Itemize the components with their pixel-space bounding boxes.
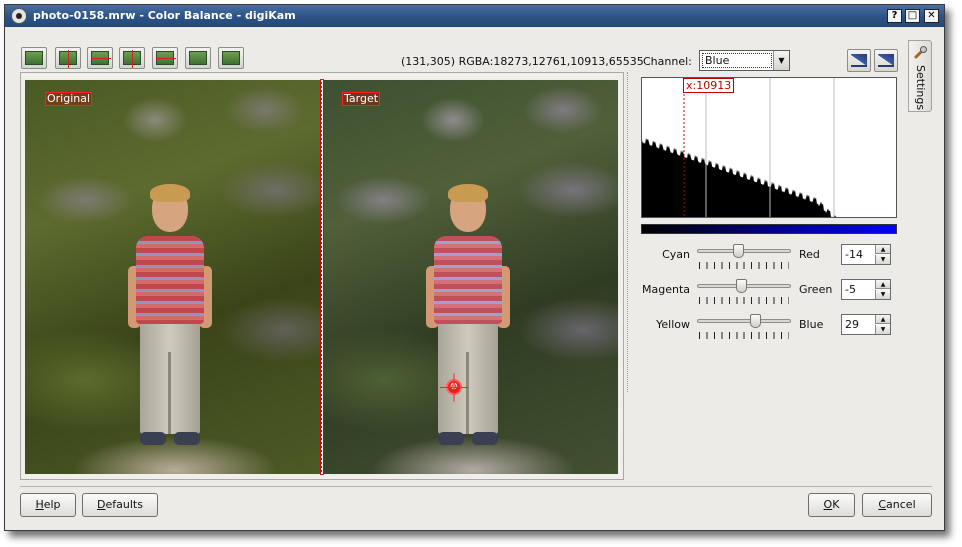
title-bar[interactable]: photo-0158.mrw - Color Balance - digiKam… (5, 5, 944, 27)
channel-label: Channel: (643, 55, 692, 68)
slider-handle[interactable] (750, 314, 761, 328)
compare-pointer-icon (222, 51, 240, 65)
logarithmic-scale-icon (878, 54, 894, 67)
channel-gradient-bar (641, 224, 897, 234)
logarithmic-scale-button[interactable] (874, 49, 898, 72)
original-image-button[interactable] (21, 47, 47, 69)
button-divider (20, 486, 932, 487)
image-preview[interactable]: Original Target ⊗ (20, 72, 624, 480)
green-label: Green (799, 283, 833, 296)
color-picker-marker[interactable]: ⊗ (440, 379, 468, 395)
child-figure (128, 184, 212, 450)
compare-pointer-button[interactable] (218, 47, 244, 69)
spin-up-icon[interactable]: ▲ (875, 280, 890, 289)
duplicate-horizontal-button[interactable] (152, 47, 178, 69)
yellow-blue-spinbox[interactable]: 29 ▲ ▼ (841, 314, 891, 335)
spin-down-icon[interactable]: ▼ (875, 325, 890, 334)
linear-scale-button[interactable] (847, 49, 871, 72)
channel-select-value: Blue (702, 53, 772, 68)
spin-up-icon[interactable]: ▲ (875, 245, 890, 254)
cyan-label: Cyan (662, 248, 690, 261)
red-label: Red (799, 248, 820, 261)
slider-handle[interactable] (736, 279, 747, 293)
split-vertical-button[interactable] (55, 47, 81, 69)
yellow-blue-slider[interactable] (697, 314, 791, 342)
app-icon[interactable] (11, 8, 27, 24)
help-button[interactable]: Help (20, 493, 76, 517)
spinbox-value[interactable]: -5 (845, 283, 856, 296)
panel-splitter[interactable] (627, 72, 628, 392)
spinbox-value[interactable]: -14 (845, 248, 863, 261)
duplicate-vertical-button[interactable] (119, 47, 145, 69)
settings-side-tab[interactable]: Settings (908, 40, 932, 112)
defaults-button[interactable]: Defaults (82, 493, 158, 517)
cyan-red-slider[interactable] (697, 244, 791, 272)
spin-down-icon[interactable]: ▼ (875, 290, 890, 299)
spin-down-icon[interactable]: ▼ (875, 255, 890, 264)
target-image-button[interactable] (185, 47, 211, 69)
pixel-info-readout: (131,305) RGBA:18273,12761,10913,65535 (401, 55, 644, 68)
original-image-icon (25, 51, 43, 65)
spin-up-icon[interactable]: ▲ (875, 315, 890, 324)
slider-handle[interactable] (733, 244, 744, 258)
split-line (68, 50, 69, 68)
help-titlebar-button[interactable]: ? (887, 9, 902, 23)
channel-select[interactable]: Blue ▼ (699, 50, 790, 71)
split-separator[interactable] (321, 80, 323, 474)
original-photo[interactable] (25, 80, 322, 474)
maximize-button[interactable]: □ (905, 9, 920, 23)
magenta-green-spinbox[interactable]: -5 ▲ ▼ (841, 279, 891, 300)
histogram[interactable] (641, 77, 897, 218)
magenta-green-slider[interactable] (697, 279, 791, 307)
close-button[interactable]: ✕ (924, 9, 939, 23)
cancel-button[interactable]: Cancel (862, 493, 932, 517)
original-label: Original (45, 92, 93, 106)
split-line (132, 50, 133, 68)
blue-label: Blue (799, 318, 824, 331)
target-image-icon (189, 51, 207, 65)
settings-tab-label: Settings (914, 65, 927, 111)
histogram-cursor-label: x:10913 (683, 78, 735, 93)
target-label: Target (342, 92, 381, 106)
split-line (91, 58, 111, 59)
histogram-graph (642, 78, 854, 217)
spinbox-value[interactable]: 29 (845, 318, 859, 331)
magenta-label: Magenta (642, 283, 691, 296)
ok-button[interactable]: OK (808, 493, 855, 517)
split-horizontal-button[interactable] (87, 47, 113, 69)
window-title: photo-0158.mrw - Color Balance - digiKam (33, 9, 296, 22)
target-photo[interactable] (323, 80, 618, 474)
split-line (156, 58, 176, 59)
wrench-icon (914, 46, 927, 59)
child-figure (426, 184, 510, 450)
cyan-red-spinbox[interactable]: -14 ▲ ▼ (841, 244, 891, 265)
yellow-label: Yellow (656, 318, 690, 331)
chevron-down-icon[interactable]: ▼ (773, 51, 789, 70)
linear-scale-icon (851, 54, 867, 67)
